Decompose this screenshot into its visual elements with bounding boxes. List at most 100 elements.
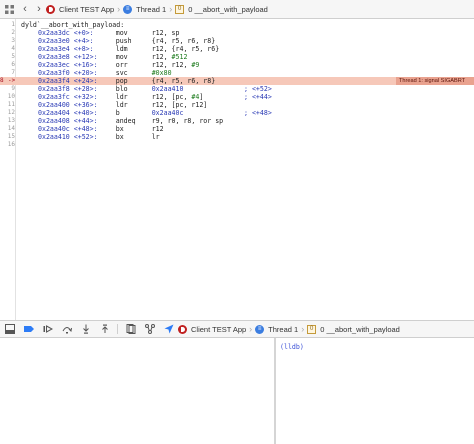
instruction-operands: r9, r0, r8, ror sp: [151, 117, 224, 125]
code-line[interactable]: 11 0x2aa400 <+36>: ldr r12, [pc, r12]: [0, 101, 474, 109]
instruction-offset: <+12>:: [73, 53, 98, 61]
line-number: 5: [11, 53, 15, 60]
debug-breadcrumb-frame-label: 0 __abort_with_payload: [320, 324, 400, 334]
breakpoints-toggle-icon[interactable]: [19, 321, 38, 337]
instruction-opcode: svc: [115, 69, 128, 77]
line-number: 9: [11, 85, 15, 92]
simulate-location-icon[interactable]: [159, 321, 178, 337]
code-line[interactable]: 15 0x2aa410 <+52>: bx lr: [0, 133, 474, 141]
instruction-offset: <+24>:: [73, 77, 98, 85]
code-line[interactable]: 14 0x2aa40c <+48>: bx r12: [0, 125, 474, 133]
instruction-address: 0x2aa404: [38, 109, 70, 117]
instruction-offset: <+28>:: [73, 85, 98, 93]
instruction-offset: <+48>:: [73, 125, 98, 133]
instruction-address: 0x2aa3f4: [38, 77, 70, 85]
code-line[interactable]: 13 0x2aa408 <+44>: andeq r9, r0, r8, ror …: [0, 117, 474, 125]
instruction-text: 0x2aa3e4 <+8>: ldm r12, {r4, r5, r6}: [38, 45, 258, 53]
instruction-address: 0x2aa3e0: [38, 37, 70, 45]
variables-view[interactable]: [0, 338, 274, 444]
code-line[interactable]: 12 0x2aa404 <+40>: b 0x2aa40c ; <+48>: [0, 109, 474, 117]
debug-breadcrumb-thread[interactable]: ≡ Thread 1 ›: [255, 320, 307, 339]
breadcrumb-separator-icon: ›: [169, 4, 173, 14]
breadcrumb-frame[interactable]: 0 0 __abort_with_payload: [175, 0, 268, 19]
debug-breadcrumb-app-label: Client TEST App: [191, 324, 247, 334]
app-target-icon: [46, 4, 55, 14]
forward-chevron-icon[interactable]: ›: [32, 0, 46, 19]
current-instruction-line[interactable]: 8 -> 0x2aa3f4 <+24>: pop {r4, r5, r6, r8} …: [0, 77, 474, 85]
debug-bar: Client TEST App › ≡ Thread 1 › 0 0 __abo…: [0, 320, 474, 338]
view-hierarchy-icon[interactable]: [121, 321, 140, 337]
line-number: 7: [11, 69, 15, 76]
instruction-operands: r12, r12, #9: [151, 61, 200, 69]
debug-breadcrumb-frame[interactable]: 0 0 __abort_with_payload: [307, 320, 400, 339]
instruction-offset: <+40>:: [73, 109, 98, 117]
instruction-text: 0x2aa3ec <+16>: orr r12, r12, #9: [38, 61, 258, 69]
instruction-operands: r12, #512: [151, 53, 188, 61]
debug-breadcrumb-thread-label: Thread 1: [268, 324, 299, 334]
instruction-opcode: blo: [115, 85, 128, 93]
instruction-offset: <+16>:: [73, 61, 98, 69]
disassembly-editor[interactable]: 1 dyld`__abort_with_payload: 2 0x2aa3dc <+0…: [0, 19, 474, 320]
instruction-opcode: ldm: [115, 45, 128, 53]
console-view[interactable]: (lldb): [276, 338, 474, 444]
line-number: 16: [7, 141, 15, 148]
instruction-text: 0x2aa40c <+48>: bx r12: [38, 125, 258, 133]
instruction-operands: lr: [151, 133, 160, 141]
instruction-address: 0x2aa3e8: [38, 53, 70, 61]
instruction-operands: r12, [pc, r12]: [151, 101, 208, 109]
continue-icon[interactable]: [38, 321, 57, 337]
instruction-address: 0x2aa3ec: [38, 61, 70, 69]
breadcrumb-app[interactable]: Client TEST App ›: [46, 0, 123, 19]
toolbar-divider: [117, 324, 118, 334]
jump-bar: ‹ › Client TEST App › ≡ Thread 1 › 0 0 _…: [0, 0, 474, 19]
line-number: 12: [7, 109, 15, 116]
debug-breadcrumb-app[interactable]: Client TEST App ›: [178, 320, 255, 339]
instruction-opcode: ldr: [115, 93, 128, 101]
breadcrumb-frame-label: 0 __abort_with_payload: [188, 4, 268, 14]
instruction-opcode: orr: [115, 61, 128, 69]
hide-debug-area-icon[interactable]: [0, 321, 19, 337]
step-out-icon[interactable]: [95, 321, 114, 337]
instruction-address: 0x2aa3dc: [38, 29, 70, 37]
code-line[interactable]: 1 dyld`__abort_with_payload:: [0, 21, 474, 29]
line-number: 1: [11, 21, 15, 28]
instruction-opcode: push: [115, 37, 132, 45]
code-line[interactable]: 10 0x2aa3fc <+32>: ldr r12, [pc, #4] ; <+…: [0, 93, 474, 101]
instruction-text: 0x2aa400 <+36>: ldr r12, [pc, r12]: [38, 101, 258, 109]
instruction-operands: 0x2aa410: [151, 85, 184, 93]
instruction-address: 0x2aa3f0: [38, 69, 70, 77]
instruction-offset: <+20>:: [73, 69, 98, 77]
instruction-text: 0x2aa3f4 <+24>: pop {r4, r5, r6, r8}: [38, 77, 258, 85]
line-number: 14: [7, 125, 15, 132]
instruction-opcode: ldr: [115, 101, 128, 109]
instruction-opcode: andeq: [115, 117, 136, 125]
code-line[interactable]: 3 0x2aa3e0 <+4>: push {r4, r5, r6, r8}: [0, 37, 474, 45]
memory-graph-icon[interactable]: [140, 321, 159, 337]
code-line[interactable]: 2 0x2aa3dc <+0>: mov r12, sp: [0, 29, 474, 37]
breadcrumb-thread[interactable]: ≡ Thread 1 ›: [123, 0, 175, 19]
code-line[interactable]: 4 0x2aa3e4 <+8>: ldm r12, {r4, r5, r6}: [0, 45, 474, 53]
instruction-text: 0x2aa3e0 <+4>: push {r4, r5, r6, r8}: [38, 37, 258, 45]
code-line[interactable]: 9 0x2aa3f8 <+28>: blo 0x2aa410 ; <+52>: [0, 85, 474, 93]
instruction-comment: ; <+48>: [244, 109, 272, 117]
instruction-text: 0x2aa410 <+52>: bx lr: [38, 133, 258, 141]
breadcrumb-separator-icon: ›: [249, 324, 253, 334]
step-over-icon[interactable]: [57, 321, 76, 337]
function-header: dyld`__abort_with_payload:: [21, 21, 125, 29]
instruction-operands: 0x2aa40c: [151, 109, 184, 117]
code-line[interactable]: 5 0x2aa3e8 <+12>: mov r12, #512: [0, 53, 474, 61]
step-into-icon[interactable]: [76, 321, 95, 337]
instruction-text: 0x2aa3dc <+0>: mov r12, sp: [38, 29, 258, 37]
breadcrumb-separator-icon: ›: [301, 324, 305, 334]
code-line[interactable]: 16: [0, 141, 474, 149]
back-chevron-icon[interactable]: ‹: [18, 0, 32, 19]
instruction-operands: {r4, r5, r6, r8}: [151, 37, 216, 45]
instruction-address: 0x2aa400: [38, 101, 70, 109]
related-items-grid-icon[interactable]: [0, 0, 18, 19]
instruction-text: 0x2aa408 <+44>: andeq r9, r0, r8, ror sp: [38, 117, 258, 125]
instruction-opcode: bx: [115, 133, 124, 141]
code-line[interactable]: 6 0x2aa3ec <+16>: orr r12, r12, #9: [0, 61, 474, 69]
code-line[interactable]: 7 0x2aa3f0 <+20>: svc #0x80: [0, 69, 474, 77]
instruction-offset: <+36>:: [73, 101, 98, 109]
line-number: 13: [7, 117, 15, 124]
